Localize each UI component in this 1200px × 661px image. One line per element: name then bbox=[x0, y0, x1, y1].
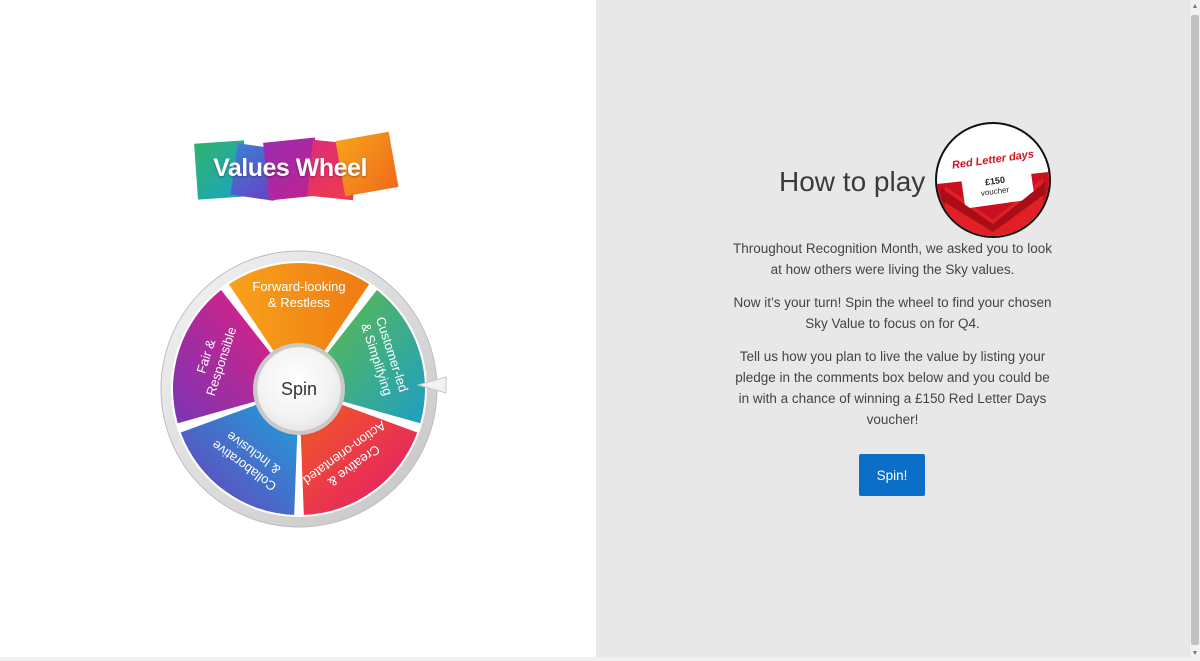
spin-button[interactable]: Spin! bbox=[859, 454, 925, 496]
values-wheel-logo: Values Wheel bbox=[190, 131, 405, 212]
scrollbar-thumb[interactable] bbox=[1191, 15, 1199, 645]
logo-text: Values Wheel bbox=[213, 154, 367, 182]
intro-paragraph: Throughout Recognition Month, we asked y… bbox=[733, 241, 1052, 277]
prize-paragraph: Tell us how you plan to live the value b… bbox=[735, 349, 1050, 427]
horizontal-scrollbar[interactable] bbox=[0, 657, 1190, 661]
values-wheel[interactable]: Forward-looking & Restless Customer-led & … bbox=[159, 249, 439, 529]
wheel-pointer-icon bbox=[417, 376, 447, 394]
red-letter-days-voucher-badge: Red Letter days £150 voucher bbox=[935, 122, 1051, 238]
scroll-down-icon[interactable]: ▼ bbox=[1191, 648, 1199, 660]
instructions-paragraph: Now it’s your turn! Spin the wheel to fi… bbox=[733, 295, 1052, 331]
spin-hub-button[interactable]: Spin bbox=[257, 347, 341, 431]
scroll-up-icon[interactable]: ▲ bbox=[1191, 1, 1199, 13]
vertical-scrollbar[interactable]: ▲ ▼ bbox=[1189, 0, 1200, 661]
page-title: How to play bbox=[779, 166, 926, 197]
